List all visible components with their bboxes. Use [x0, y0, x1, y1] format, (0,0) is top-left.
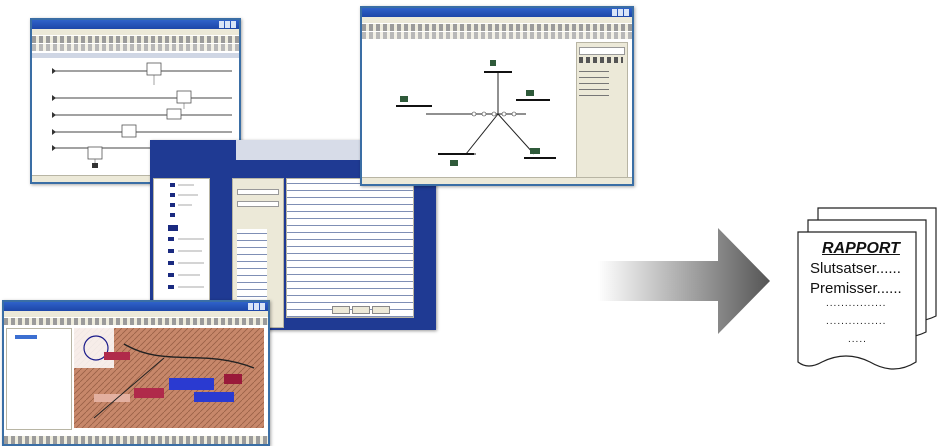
arrow-right-icon	[598, 228, 770, 334]
statusbar	[362, 177, 632, 184]
titlebar	[4, 302, 268, 311]
layer-list[interactable]	[6, 328, 72, 430]
titlebar	[32, 20, 239, 29]
map-canvas[interactable]	[74, 328, 264, 428]
menubar[interactable]	[362, 17, 632, 23]
report-line: ................	[826, 298, 887, 309]
map-viewer-window	[2, 300, 270, 446]
toolbar[interactable]	[4, 318, 268, 325]
report-title: RAPPORT	[822, 240, 900, 257]
network-diagram-canvas[interactable]	[366, 42, 576, 176]
toolbar[interactable]	[362, 24, 632, 31]
report-line: ................	[826, 316, 887, 327]
menubar[interactable]	[32, 29, 239, 35]
network-diagram-window	[360, 6, 634, 186]
menubar[interactable]	[4, 311, 268, 317]
help-button[interactable]	[372, 306, 390, 314]
report-line: .....	[848, 334, 867, 345]
report-document: RAPPORT Slutsatser...... Premisser......…	[796, 204, 942, 376]
layer-item[interactable]	[15, 335, 37, 339]
tool-palette[interactable]	[576, 42, 628, 178]
report-line: Premisser......	[810, 280, 902, 297]
ruler	[32, 53, 239, 58]
toolbar[interactable]	[32, 36, 239, 43]
cancel-button[interactable]	[352, 306, 370, 314]
window-controls[interactable]	[219, 21, 237, 28]
titlebar	[362, 8, 632, 17]
report-line: Slutsatser......	[810, 260, 901, 277]
bottom-toolbar[interactable]	[4, 436, 268, 444]
toolbar-secondary[interactable]	[362, 32, 632, 39]
ok-button[interactable]	[332, 306, 350, 314]
window-controls[interactable]	[248, 303, 266, 310]
records-list[interactable]	[286, 178, 414, 318]
toolbar-secondary[interactable]	[32, 44, 239, 51]
window-controls[interactable]	[612, 9, 630, 16]
